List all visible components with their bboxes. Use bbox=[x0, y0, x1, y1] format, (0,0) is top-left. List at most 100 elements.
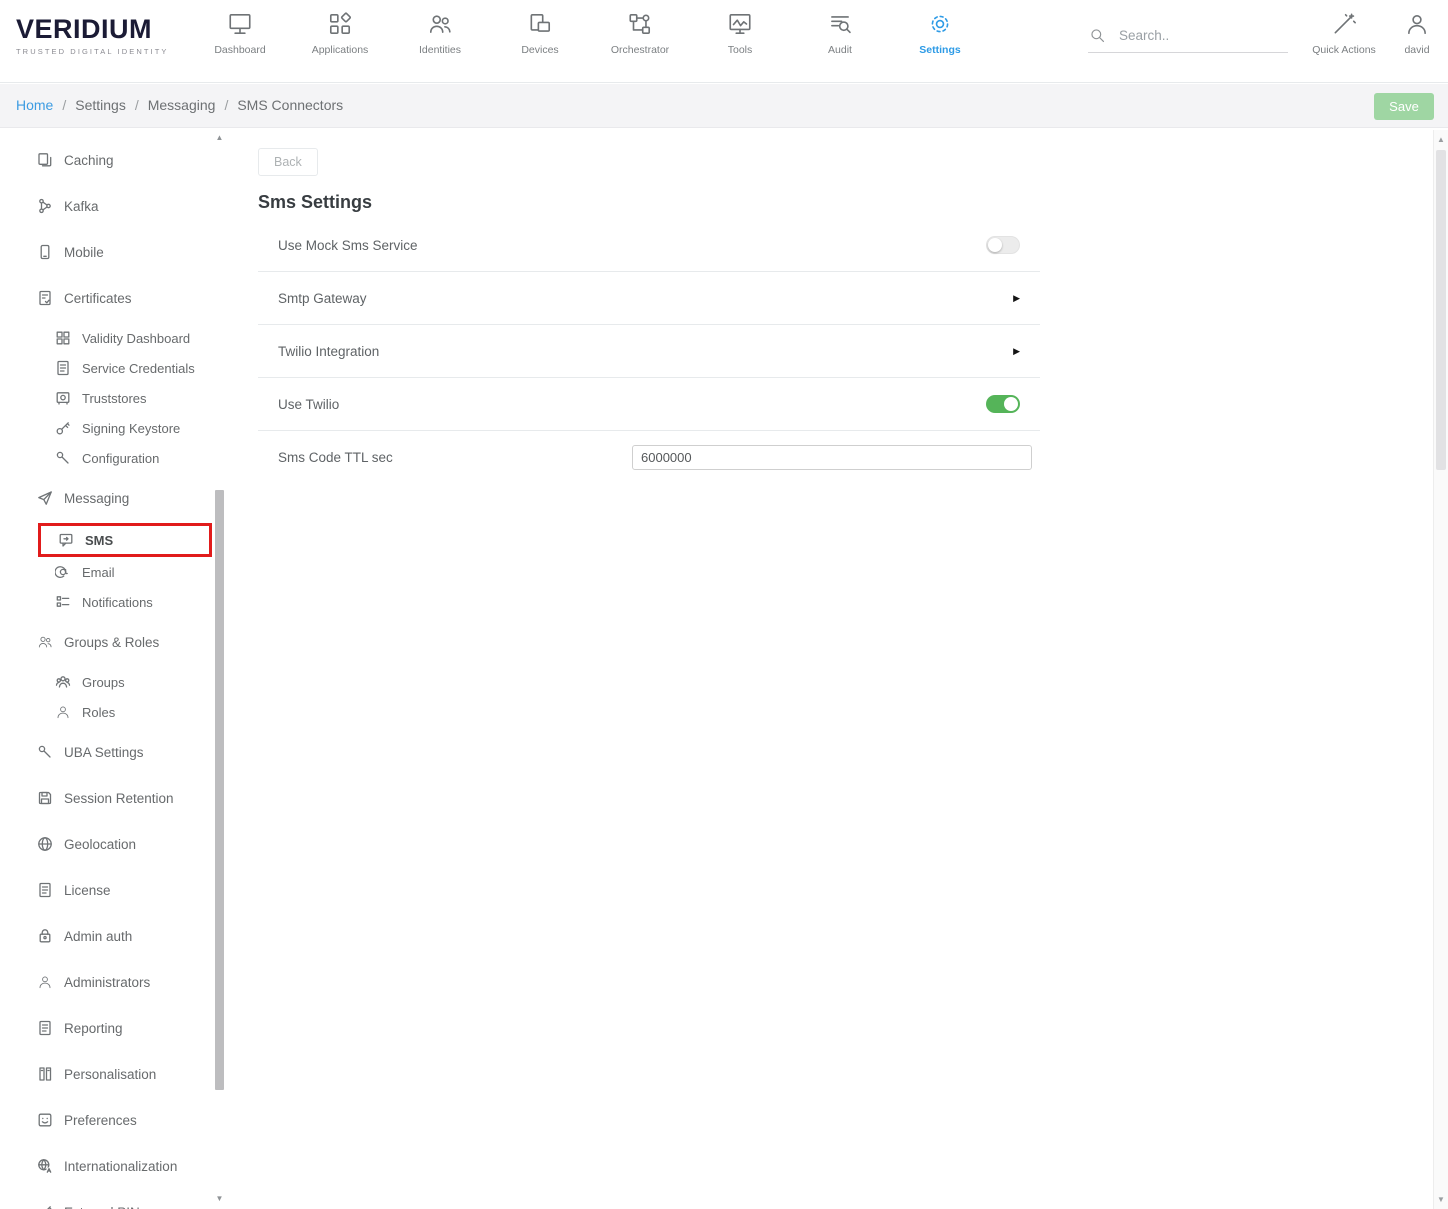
sidebar-item-groups-roles[interactable]: Groups & Roles bbox=[14, 619, 226, 665]
uba-settings-icon bbox=[36, 744, 53, 761]
sidebar-item-truststores[interactable]: Truststores bbox=[38, 383, 226, 413]
administrators-icon bbox=[36, 974, 53, 991]
sidebar-item-service-credentials[interactable]: Service Credentials bbox=[38, 353, 226, 383]
validity-dashboard-icon bbox=[54, 330, 71, 347]
page-title: Sms Settings bbox=[258, 192, 1432, 213]
preferences-icon bbox=[36, 1112, 53, 1129]
breadcrumb-bar: Home / Settings / Messaging / SMS Connec… bbox=[0, 84, 1448, 128]
sidebar-item-license[interactable]: License bbox=[14, 867, 226, 913]
nav-tools[interactable]: Tools bbox=[690, 9, 790, 56]
mobile-icon bbox=[36, 244, 53, 261]
scroll-up-arrow-icon[interactable]: ▲ bbox=[213, 132, 226, 144]
sidebar-item-label: Validity Dashboard bbox=[82, 331, 190, 346]
logo-title: VERIDIUM bbox=[16, 16, 169, 43]
breadcrumb: Home / Settings / Messaging / SMS Connec… bbox=[16, 97, 343, 113]
save-button[interactable]: Save bbox=[1374, 93, 1434, 120]
user-avatar-icon bbox=[1404, 9, 1430, 39]
caching-icon bbox=[36, 152, 53, 169]
sidebar-item-label: Groups bbox=[82, 675, 125, 690]
sidebar-item-external-pin[interactable]: External PIN bbox=[14, 1189, 226, 1209]
dashboard-icon bbox=[227, 9, 253, 39]
expand-arrow-icon[interactable]: ▶ bbox=[1013, 347, 1020, 356]
breadcrumb-home[interactable]: Home bbox=[16, 97, 53, 113]
nav-dashboard[interactable]: Dashboard bbox=[190, 9, 290, 56]
messaging-icon bbox=[36, 490, 53, 507]
sidebar-item-label: Admin auth bbox=[64, 929, 132, 944]
sidebar-item-kafka[interactable]: Kafka bbox=[14, 183, 226, 229]
smtp-gateway-row[interactable]: Smtp Gateway ▶ bbox=[258, 272, 1040, 325]
groups-icon bbox=[54, 674, 71, 691]
sidebar-item-internationalization[interactable]: Internationalization bbox=[14, 1143, 226, 1189]
sidebar-item-mobile[interactable]: Mobile bbox=[14, 229, 226, 275]
back-button[interactable]: Back bbox=[258, 148, 318, 176]
setting-label: Use Mock Sms Service bbox=[278, 238, 418, 253]
magic-wand-icon bbox=[1331, 9, 1357, 39]
nav-applications[interactable]: Applications bbox=[290, 9, 390, 56]
notifications-icon bbox=[54, 594, 71, 611]
certificates-icon bbox=[36, 290, 53, 307]
sidebar-item-preferences[interactable]: Preferences bbox=[14, 1097, 226, 1143]
reporting-icon bbox=[36, 1020, 53, 1037]
sms-code-ttl-input[interactable] bbox=[632, 445, 1032, 470]
breadcrumb-separator: / bbox=[224, 97, 228, 113]
sidebar-item-caching[interactable]: Caching bbox=[14, 137, 226, 183]
sms-icon bbox=[57, 532, 74, 549]
nav-audit[interactable]: Audit bbox=[790, 9, 890, 56]
sidebar-item-label: Configuration bbox=[82, 451, 159, 466]
sidebar-item-email[interactable]: Email bbox=[38, 557, 226, 587]
quick-actions-button[interactable]: Quick Actions bbox=[1306, 9, 1382, 56]
nav-label: Orchestrator bbox=[611, 44, 669, 56]
sidebar-item-personalisation[interactable]: Personalisation bbox=[14, 1051, 226, 1097]
sidebar-item-messaging[interactable]: Messaging bbox=[14, 475, 226, 521]
quick-actions-label: Quick Actions bbox=[1312, 44, 1376, 56]
sidebar-item-label: Groups & Roles bbox=[64, 635, 159, 650]
sidebar-item-signing-keystore[interactable]: Signing Keystore bbox=[38, 413, 226, 443]
use-mock-sms-service-toggle[interactable] bbox=[986, 236, 1020, 254]
sidebar-scrollbar-thumb[interactable] bbox=[215, 490, 224, 1090]
sidebar-item-sms[interactable]: SMS bbox=[38, 523, 212, 557]
user-menu[interactable]: david bbox=[1392, 9, 1442, 56]
identities-icon bbox=[427, 9, 453, 39]
sidebar-item-label: Kafka bbox=[64, 199, 99, 214]
twilio-integration-row[interactable]: Twilio Integration ▶ bbox=[258, 325, 1040, 378]
scroll-up-arrow-icon[interactable]: ▲ bbox=[1434, 133, 1448, 146]
sidebar-item-label: Caching bbox=[64, 153, 114, 168]
nav-devices[interactable]: Devices bbox=[490, 9, 590, 56]
nav-label: Identities bbox=[419, 44, 461, 56]
sidebar-item-session-retention[interactable]: Session Retention bbox=[14, 775, 226, 821]
sidebar-item-label: Internationalization bbox=[64, 1159, 177, 1174]
scroll-down-arrow-icon[interactable]: ▼ bbox=[213, 1193, 226, 1205]
devices-icon bbox=[527, 9, 553, 39]
veridium-logo[interactable]: VERIDIUM TRUSTED DIGITAL IDENTITY bbox=[16, 16, 169, 56]
search-icon[interactable] bbox=[1088, 26, 1107, 45]
use-twilio-toggle[interactable] bbox=[986, 395, 1020, 413]
sidebar-item-label: SMS bbox=[85, 533, 113, 548]
sms-code-ttl-row: Sms Code TTL sec bbox=[258, 431, 1040, 484]
sidebar-item-label: Preferences bbox=[64, 1113, 137, 1128]
sidebar-item-geolocation[interactable]: Geolocation bbox=[14, 821, 226, 867]
sidebar-item-notifications[interactable]: Notifications bbox=[38, 587, 226, 617]
sidebar-item-admin-auth[interactable]: Admin auth bbox=[14, 913, 226, 959]
page-scrollbar-thumb[interactable] bbox=[1436, 150, 1446, 470]
sidebar-item-validity-dashboard[interactable]: Validity Dashboard bbox=[38, 323, 226, 353]
search-input[interactable] bbox=[1119, 28, 1279, 43]
search-box bbox=[1088, 26, 1288, 53]
sidebar-item-reporting[interactable]: Reporting bbox=[14, 1005, 226, 1051]
breadcrumb-messaging[interactable]: Messaging bbox=[148, 97, 216, 113]
expand-arrow-icon[interactable]: ▶ bbox=[1013, 294, 1020, 303]
nav-settings[interactable]: Settings bbox=[890, 9, 990, 56]
sidebar-item-label: License bbox=[64, 883, 111, 898]
sidebar-item-configuration[interactable]: Configuration bbox=[38, 443, 226, 473]
sidebar-item-certificates[interactable]: Certificates bbox=[14, 275, 226, 321]
sidebar-item-uba-settings[interactable]: UBA Settings bbox=[14, 729, 226, 775]
scroll-down-arrow-icon[interactable]: ▼ bbox=[1434, 1193, 1448, 1206]
sidebar-item-roles[interactable]: Roles bbox=[38, 697, 226, 727]
nav-orchestrator[interactable]: Orchestrator bbox=[590, 9, 690, 56]
external-pin-icon bbox=[36, 1204, 53, 1209]
certificates-subgroup: Validity Dashboard Service Credentials T… bbox=[14, 323, 226, 473]
sidebar-item-administrators[interactable]: Administrators bbox=[14, 959, 226, 1005]
sidebar-item-groups[interactable]: Groups bbox=[38, 667, 226, 697]
breadcrumb-separator: / bbox=[135, 97, 139, 113]
nav-identities[interactable]: Identities bbox=[390, 9, 490, 56]
breadcrumb-settings[interactable]: Settings bbox=[75, 97, 126, 113]
